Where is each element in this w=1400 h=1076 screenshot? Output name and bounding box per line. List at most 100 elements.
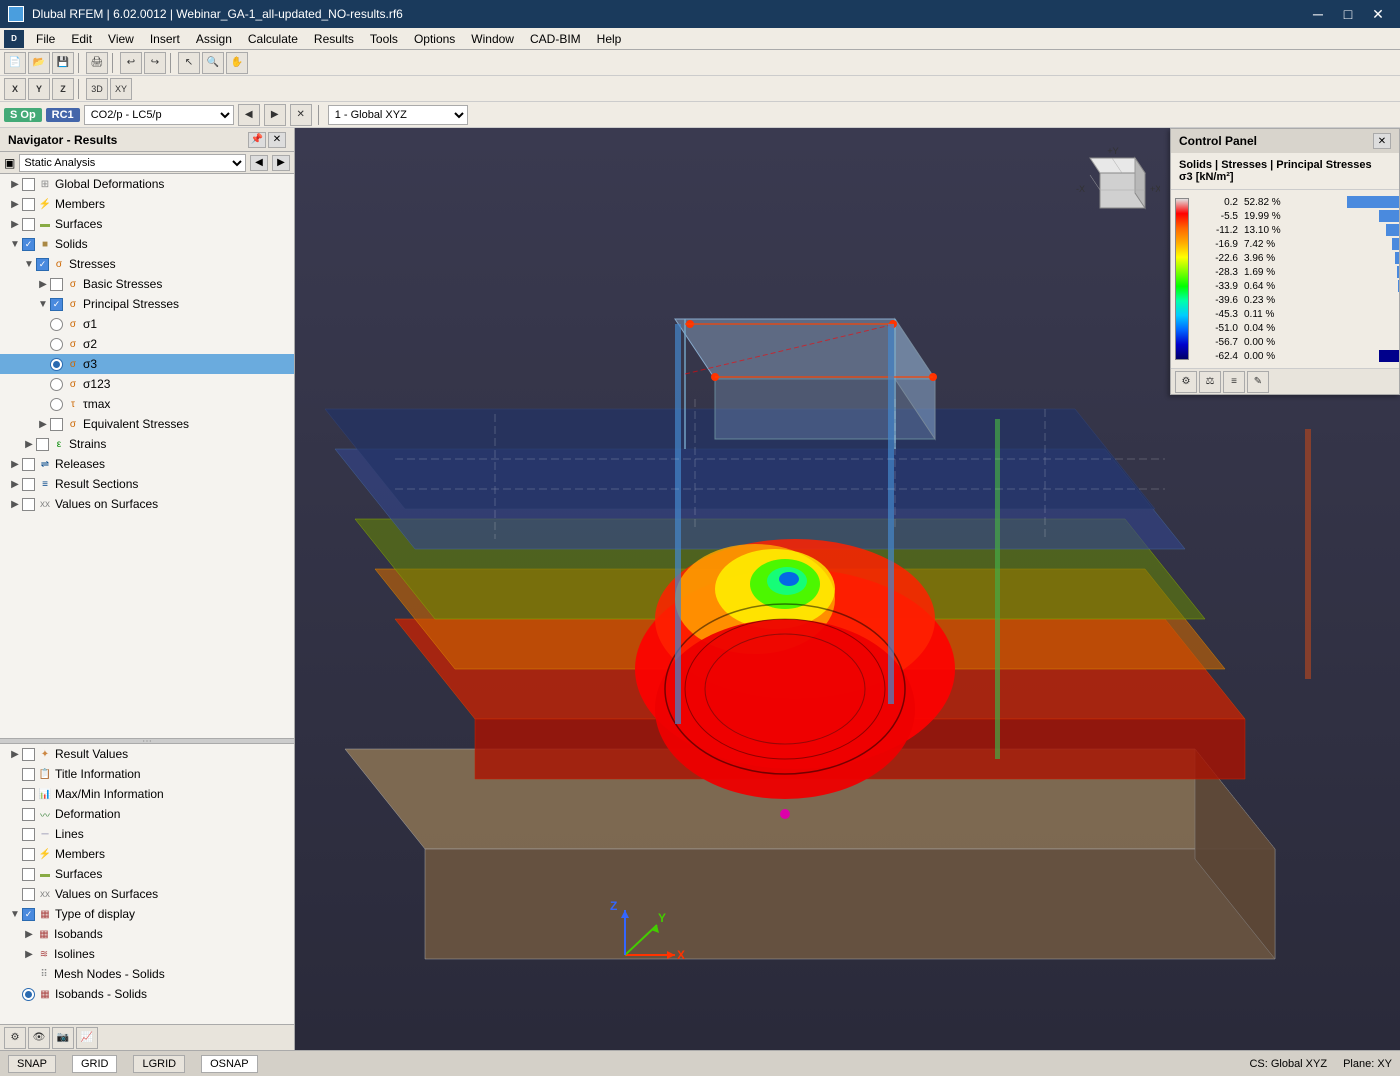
radio-s123[interactable] — [50, 378, 63, 391]
redo-button[interactable]: ↪ — [144, 52, 166, 74]
tree-item-deformation[interactable]: 〰 Deformation — [0, 804, 294, 824]
menu-item-edit[interactable]: Edit — [63, 30, 100, 48]
check-title-info[interactable] — [22, 768, 35, 781]
tree-item-maxmin-info[interactable]: 📊 Max/Min Information — [0, 784, 294, 804]
toggle-equiv-stress[interactable]: ▶ — [36, 417, 50, 431]
radio-isobands-solids[interactable] — [22, 988, 35, 1001]
cp-edit-button[interactable]: ✎ — [1247, 371, 1269, 393]
check-type-of-display[interactable]: ✓ — [22, 908, 35, 921]
toggle-isolines[interactable]: ▶ — [22, 947, 36, 961]
tree-item-isobands[interactable]: ▶ ▦ Isobands — [0, 924, 294, 944]
menu-item-help[interactable]: Help — [589, 30, 630, 48]
toggle-surfaces[interactable]: ▶ — [8, 217, 22, 231]
tree-item-s3[interactable]: σ σ3 — [0, 354, 294, 374]
toggle-lines[interactable] — [8, 827, 22, 841]
menu-item-file[interactable]: File — [28, 30, 63, 48]
close-combo-button[interactable]: ✕ — [290, 104, 312, 126]
tree-item-equiv-stress[interactable]: ▶ σ Equivalent Stresses — [0, 414, 294, 434]
axis-x-button[interactable]: X — [4, 78, 26, 100]
tree-item-members[interactable]: ▶ ⚡ Members — [0, 194, 294, 214]
cp-close-button[interactable]: ✕ — [1373, 133, 1391, 149]
maximize-button[interactable]: □ — [1334, 4, 1362, 24]
check-basic-stress[interactable] — [50, 278, 63, 291]
tree-item-isobands-solids[interactable]: ▦ Isobands - Solids — [0, 984, 294, 1004]
tree-item-stresses[interactable]: ▼ ✓ σ Stresses — [0, 254, 294, 274]
menu-item-options[interactable]: Options — [406, 30, 463, 48]
undo-button[interactable]: ↩ — [120, 52, 142, 74]
select-button[interactable]: ↖ — [178, 52, 200, 74]
check-global-def[interactable] — [22, 178, 35, 191]
open-button[interactable]: 📂 — [28, 52, 50, 74]
toggle-values-on-surfaces[interactable]: ▶ — [8, 497, 22, 511]
nav-dropdown-select[interactable]: Static Analysis — [19, 154, 246, 172]
nav-next-btn[interactable]: ▶ — [272, 155, 290, 171]
radio-tmax[interactable] — [50, 398, 63, 411]
tree-item-type-of-display[interactable]: ▼ ✓ ▦ Type of display — [0, 904, 294, 924]
nav-prev-btn[interactable]: ◀ — [250, 155, 268, 171]
check-members[interactable] — [22, 198, 35, 211]
tree-item-basic-stress[interactable]: ▶ σ Basic Stresses — [0, 274, 294, 294]
check-equiv-stress[interactable] — [50, 418, 63, 431]
radio-s1[interactable] — [50, 318, 63, 331]
tree-item-members-b[interactable]: ⚡ Members — [0, 844, 294, 864]
nav-camera-button[interactable]: 📷 — [52, 1027, 74, 1049]
cp-list-button[interactable]: ≡ — [1223, 371, 1245, 393]
tree-item-mesh-nodes-solids[interactable]: ⠿ Mesh Nodes - Solids — [0, 964, 294, 984]
check-releases[interactable] — [22, 458, 35, 471]
tree-item-s123[interactable]: σ σ123 — [0, 374, 294, 394]
tree-item-s2[interactable]: σ σ2 — [0, 334, 294, 354]
toggle-values-on-surfaces-b[interactable] — [8, 887, 22, 901]
tree-item-title-info[interactable]: 📋 Title Information — [0, 764, 294, 784]
axis-z-button[interactable]: Z — [52, 78, 74, 100]
combo-select[interactable]: CO2/p - LC5/p — [84, 105, 234, 125]
toggle-stresses[interactable]: ▼ — [22, 257, 36, 271]
toggle-mesh-nodes-solids[interactable] — [22, 967, 36, 981]
radio-s2[interactable] — [50, 338, 63, 351]
save-button[interactable]: 💾 — [52, 52, 74, 74]
tree-item-values-on-surfaces-b[interactable]: xx Values on Surfaces — [0, 884, 294, 904]
viewport[interactable]: X Y Z +Y — [295, 128, 1400, 1050]
menu-item-view[interactable]: View — [100, 30, 142, 48]
tree-item-releases[interactable]: ▶ ⇌ Releases — [0, 454, 294, 474]
global-xyz-select[interactable]: 1 - Global XYZ — [328, 105, 468, 125]
tree-item-result-sections[interactable]: ▶ ≡ Result Sections — [0, 474, 294, 494]
zoom-button[interactable]: 🔍 — [202, 52, 224, 74]
prev-button[interactable]: ◀ — [238, 104, 260, 126]
check-principal-stress[interactable]: ✓ — [50, 298, 63, 311]
cp-settings-button[interactable]: ⚙ — [1175, 371, 1197, 393]
toggle-isobands[interactable]: ▶ — [22, 927, 36, 941]
radio-s3[interactable] — [50, 358, 63, 371]
toggle-basic-stress[interactable]: ▶ — [36, 277, 50, 291]
close-button[interactable]: ✕ — [1364, 4, 1392, 24]
tree-item-tmax[interactable]: τ τmax — [0, 394, 294, 414]
new-button[interactable]: 📄 — [4, 52, 26, 74]
toggle-result-values[interactable]: ▶ — [8, 747, 22, 761]
cp-scale-button[interactable]: ⚖ — [1199, 371, 1221, 393]
toggle-surfaces-b[interactable] — [8, 867, 22, 881]
toggle-title-info[interactable] — [8, 767, 22, 781]
check-values-on-surfaces-b[interactable] — [22, 888, 35, 901]
tree-item-lines[interactable]: ─ Lines — [0, 824, 294, 844]
toggle-members-b[interactable] — [8, 847, 22, 861]
axis-y-button[interactable]: Y — [28, 78, 50, 100]
toggle-result-sections[interactable]: ▶ — [8, 477, 22, 491]
check-solids[interactable]: ✓ — [22, 238, 35, 251]
snap-toggle[interactable]: SNAP — [8, 1055, 56, 1073]
menu-item-results[interactable]: Results — [306, 30, 362, 48]
grid-toggle[interactable]: GRID — [72, 1055, 118, 1073]
check-strains[interactable] — [36, 438, 49, 451]
nav-eye-button[interactable]: 👁 — [28, 1027, 50, 1049]
osnap-toggle[interactable]: OSNAP — [201, 1055, 258, 1073]
tree-item-principal-stress[interactable]: ▼ ✓ σ Principal Stresses — [0, 294, 294, 314]
check-maxmin-info[interactable] — [22, 788, 35, 801]
tree-item-global-def[interactable]: ▶ ⊞ Global Deformations — [0, 174, 294, 194]
nav-graph-button[interactable]: 📈 — [76, 1027, 98, 1049]
check-surfaces-b[interactable] — [22, 868, 35, 881]
check-surfaces[interactable] — [22, 218, 35, 231]
orientation-cube[interactable]: +Y +X -X — [1070, 138, 1160, 228]
view-3d-button[interactable]: 3D — [86, 78, 108, 100]
nav-pin-button[interactable]: 📌 — [248, 132, 266, 148]
lgrid-toggle[interactable]: LGRID — [133, 1055, 185, 1073]
tree-item-surfaces[interactable]: ▶ ▬ Surfaces — [0, 214, 294, 234]
minimize-button[interactable]: ─ — [1304, 4, 1332, 24]
